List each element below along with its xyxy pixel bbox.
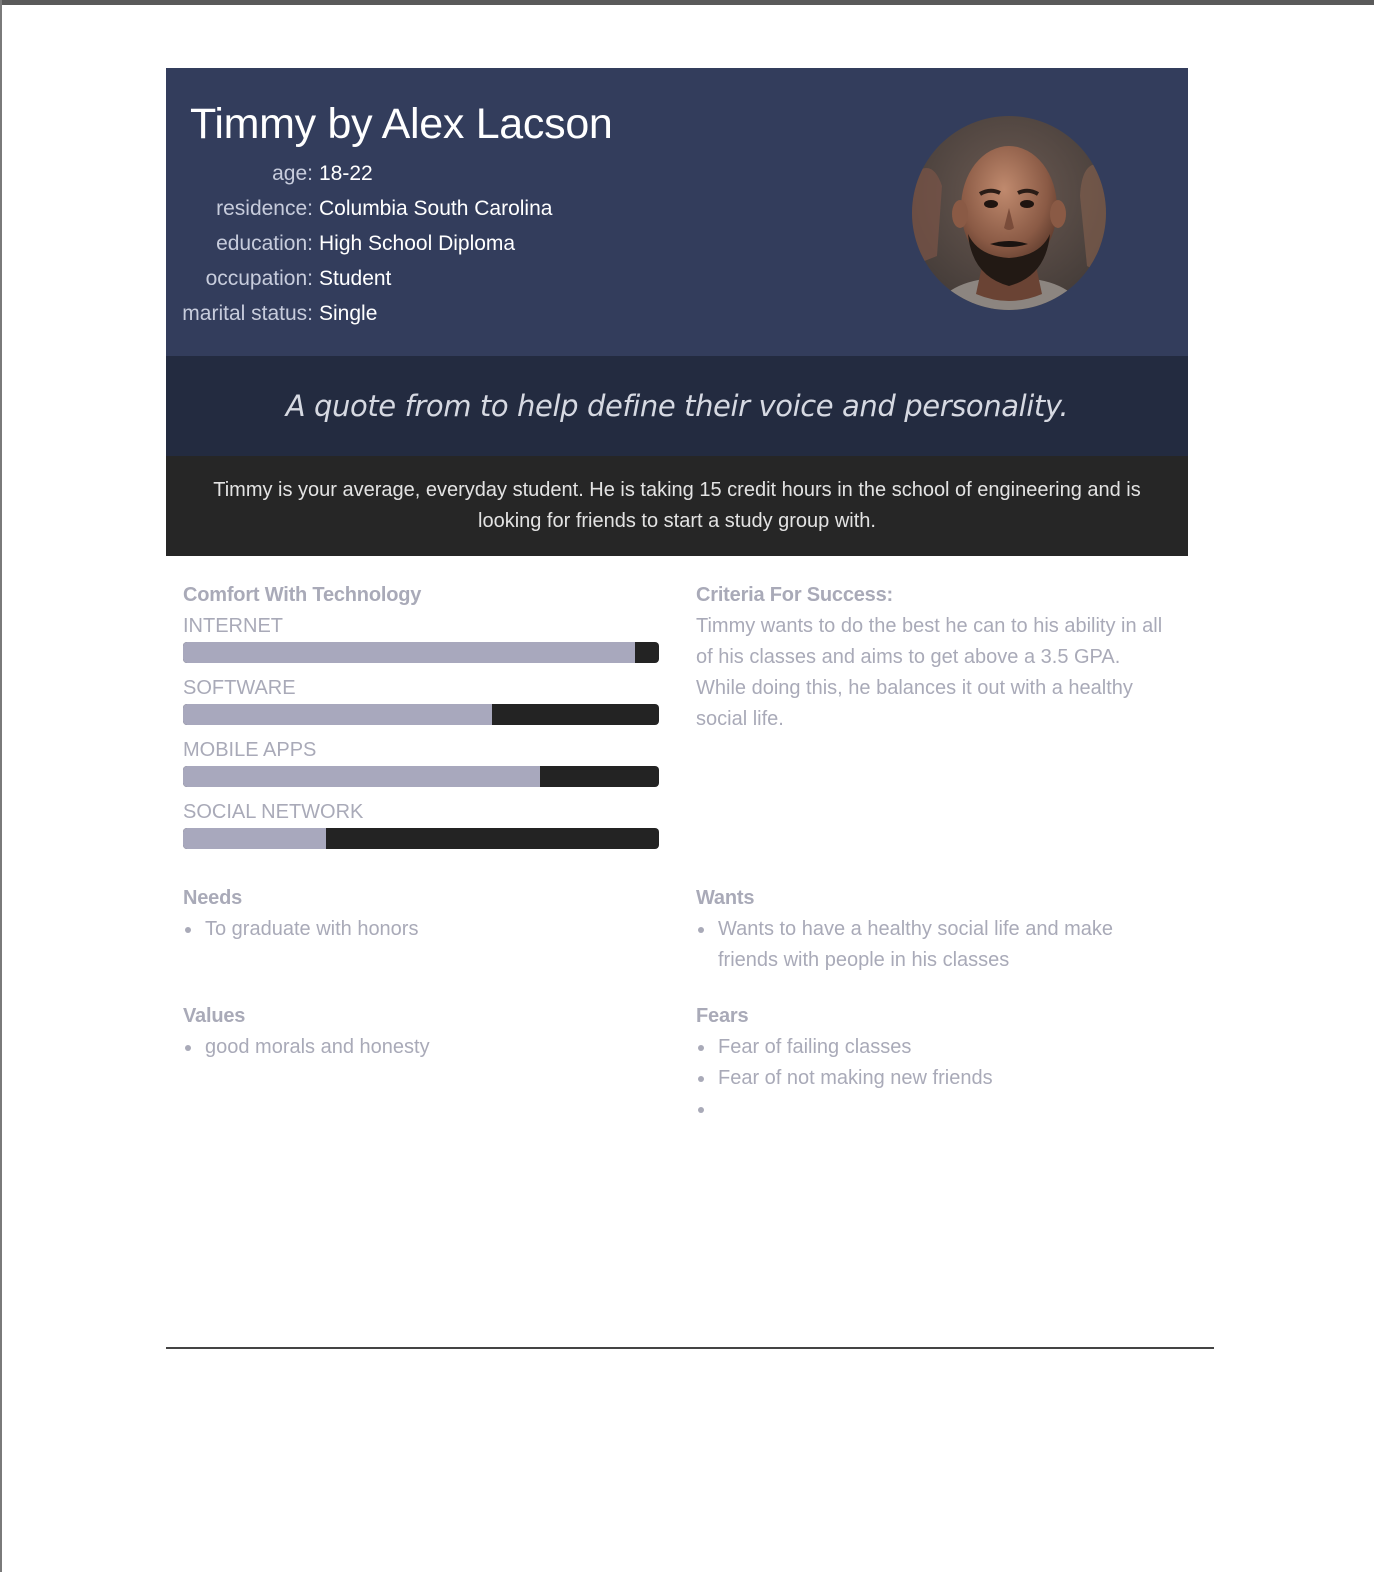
list-item: Wants to have a healthy social life and …: [696, 914, 1116, 976]
footer-divider: [166, 1347, 1214, 1349]
attribute-marital-status: marital status: Single: [166, 296, 552, 331]
tech-bar: [183, 704, 659, 725]
attribute-value: High School Diploma: [319, 231, 516, 255]
attribute-age: age: 18-22: [166, 156, 552, 191]
persona-bio: Timmy is your average, everyday student.…: [213, 479, 1141, 532]
persona-attributes: age: 18-22 residence: Columbia South Car…: [166, 156, 552, 331]
attribute-label: age:: [272, 161, 313, 185]
tech-bar: [183, 766, 659, 787]
tech-bar: [183, 828, 659, 849]
attribute-label: marital status:: [182, 301, 313, 325]
fears-section: Fears Fear of failing classes Fear of no…: [696, 1001, 1176, 1125]
attribute-residence: residence: Columbia South Carolina: [166, 191, 552, 226]
list-item: good morals and honesty: [183, 1032, 659, 1063]
wants-heading: Wants: [696, 887, 755, 909]
list-item: Fear of failing classes: [696, 1032, 1176, 1063]
tech-label: SOFTWARE: [183, 677, 296, 699]
tech-item-software: SOFTWARE: [183, 673, 659, 725]
attribute-occupation: occupation: Student: [166, 261, 552, 296]
technology-heading: Comfort With Technology: [183, 584, 422, 606]
persona-header: Timmy by Alex Lacson age: 18-22 residenc…: [166, 68, 1188, 356]
needs-list: To graduate with honors: [183, 914, 659, 945]
technology-section: Comfort With Technology INTERNET SOFTWAR…: [183, 580, 659, 859]
criteria-heading: Criteria For Success:: [696, 584, 893, 606]
tech-bar-fill: [183, 642, 636, 663]
window-top-border: [0, 0, 1374, 5]
tech-label: MOBILE APPS: [183, 739, 317, 761]
attribute-value: Columbia South Carolina: [319, 196, 553, 220]
values-section: Values good morals and honesty: [183, 1001, 659, 1063]
attribute-label: occupation:: [205, 266, 313, 290]
criteria-text: Timmy wants to do the best he can to his…: [696, 615, 1163, 730]
values-heading: Values: [183, 1005, 246, 1027]
wants-list: Wants to have a healthy social life and …: [696, 914, 1116, 976]
tech-item-social-network: SOCIAL NETWORK: [183, 797, 659, 849]
persona-title: Timmy by Alex Lacson: [190, 100, 613, 148]
persona-card: Timmy by Alex Lacson age: 18-22 residenc…: [166, 68, 1188, 556]
tech-label: SOCIAL NETWORK: [183, 801, 364, 823]
wants-section: Wants Wants to have a healthy social lif…: [696, 883, 1176, 976]
list-item: To graduate with honors: [183, 914, 659, 945]
tech-bar: [183, 642, 659, 663]
needs-section: Needs To graduate with honors: [183, 883, 659, 945]
attribute-value: Single: [319, 301, 378, 325]
persona-quote: A quote from to help define their voice …: [285, 389, 1069, 423]
tech-bar-fill: [183, 766, 540, 787]
list-item: Fear of not making new friends: [696, 1063, 1176, 1094]
needs-heading: Needs: [183, 887, 243, 909]
tech-item-mobile-apps: MOBILE APPS: [183, 735, 659, 787]
attribute-label: education:: [216, 231, 313, 255]
tech-bar-fill: [183, 704, 493, 725]
window-left-border: [0, 0, 2, 1572]
attribute-education: education: High School Diploma: [166, 226, 552, 261]
persona-avatar: [912, 116, 1106, 310]
fears-list: Fear of failing classes Fear of not maki…: [696, 1032, 1176, 1125]
persona-quote-band: A quote from to help define their voice …: [166, 356, 1188, 456]
fears-heading: Fears: [696, 1005, 749, 1027]
persona-bio-band: Timmy is your average, everyday student.…: [166, 456, 1188, 556]
tech-label: INTERNET: [183, 615, 283, 637]
criteria-section: Criteria For Success: Timmy wants to do …: [696, 580, 1176, 735]
list-item-empty: [696, 1094, 1176, 1125]
attribute-value: 18-22: [319, 161, 373, 185]
tech-item-internet: INTERNET: [183, 611, 659, 663]
attribute-value: Student: [319, 266, 392, 290]
tech-bar-fill: [183, 828, 326, 849]
values-list: good morals and honesty: [183, 1032, 659, 1063]
attribute-label: residence:: [216, 196, 313, 220]
